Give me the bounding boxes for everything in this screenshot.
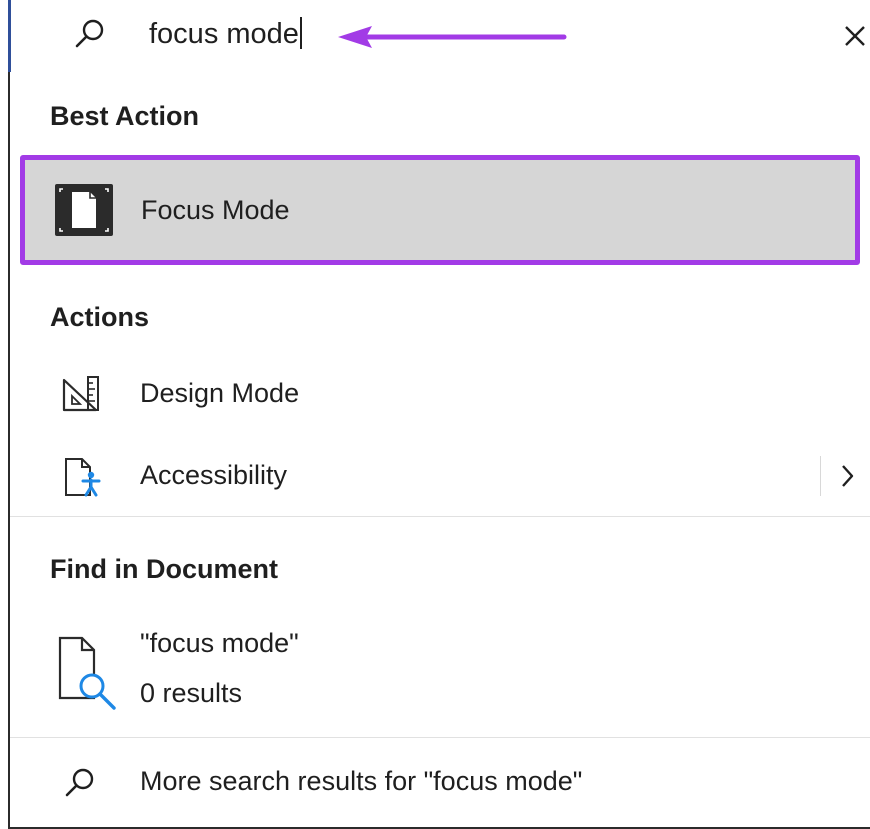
action-item-label: Accessibility — [140, 460, 288, 490]
find-results-count: 0 results — [140, 678, 243, 708]
find-in-document-result[interactable]: "focus mode" 0 results — [10, 618, 870, 726]
find-query-text: "focus mode" — [140, 628, 299, 658]
clear-search-button[interactable] — [837, 18, 870, 54]
accessibility-submenu-button[interactable] — [820, 456, 870, 496]
search-bar[interactable]: focus mode — [10, 0, 870, 70]
focus-mode-icon — [55, 184, 113, 236]
best-action-heading: Best Action — [50, 101, 200, 131]
section-divider — [10, 516, 870, 517]
best-action-label: Focus Mode — [141, 195, 290, 225]
text-caret — [299, 17, 302, 49]
chevron-right-icon — [842, 465, 854, 487]
actions-heading: Actions — [50, 302, 150, 332]
search-input-value: focus mode — [149, 18, 299, 50]
action-item-design-mode[interactable]: Design Mode — [10, 356, 870, 432]
more-search-results-link[interactable]: More search results for "focus mode" — [10, 745, 870, 821]
section-divider — [10, 737, 870, 738]
best-action-focus-mode[interactable]: Focus Mode — [20, 155, 860, 265]
accessibility-icon — [65, 458, 101, 497]
search-input[interactable]: focus mode — [149, 16, 302, 52]
find-in-document-heading: Find in Document — [50, 554, 278, 584]
close-icon — [845, 26, 865, 46]
search-icon — [75, 19, 104, 48]
action-item-accessibility[interactable]: Accessibility — [10, 438, 870, 514]
annotation-arrow-icon — [338, 26, 567, 48]
search-icon — [65, 768, 94, 797]
search-dropdown-panel: focus mode Best Action Focus Mode Action… — [0, 0, 870, 829]
design-mode-icon — [62, 376, 99, 412]
more-search-results-label: More search results for "focus mode" — [140, 766, 583, 796]
document-search-icon — [58, 636, 116, 710]
action-item-label: Design Mode — [140, 378, 300, 408]
